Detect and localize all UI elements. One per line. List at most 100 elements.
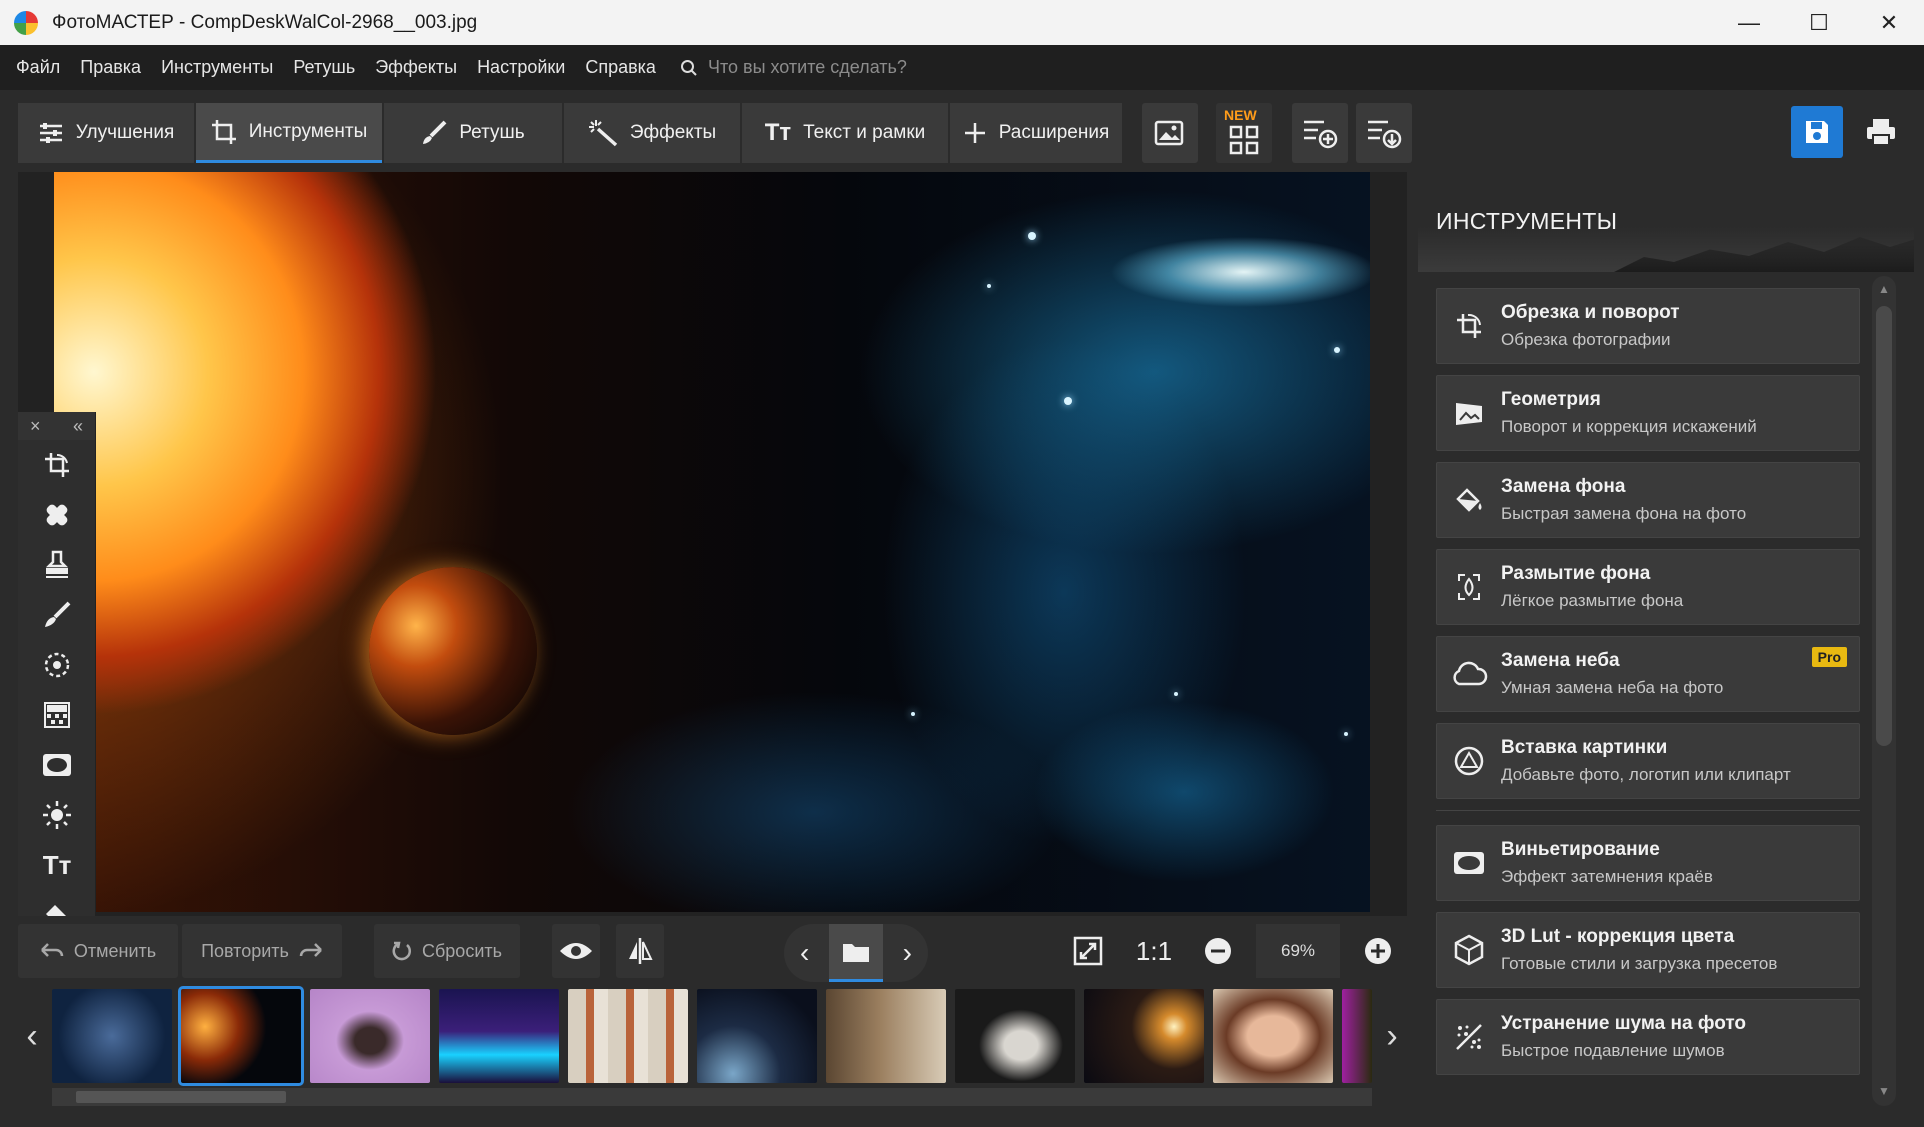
compare-button[interactable] [616, 924, 664, 978]
clone-stamp-tool[interactable] [18, 540, 96, 590]
zoom-out-button[interactable] [1194, 924, 1242, 978]
undo-icon [40, 943, 64, 957]
thumbnail[interactable] [52, 989, 172, 1083]
thumbnail-selected[interactable] [178, 986, 304, 1086]
save-button[interactable] [1791, 106, 1843, 158]
tool-vignette[interactable]: Виньетирование Эффект затемнения краёв [1436, 825, 1860, 901]
reset-label: Сбросить [421, 940, 502, 961]
text-tool[interactable]: Tт [18, 840, 96, 890]
menu-help[interactable]: Справка [585, 57, 656, 78]
tool-insert-image[interactable]: Вставка картинки Добавьте фото, логотип и… [1436, 723, 1860, 799]
menu-file[interactable]: Файл [16, 57, 60, 78]
reset-button[interactable]: Сбросить [374, 924, 520, 978]
thumbnail[interactable] [1342, 989, 1372, 1083]
open-folder-button[interactable] [829, 924, 883, 982]
light-tool[interactable] [18, 790, 96, 840]
maximize-button[interactable]: ☐ [1784, 0, 1854, 45]
filmstrip-prev-icon[interactable]: ‹ [18, 1011, 46, 1061]
tab-tools[interactable]: Инструменты [196, 103, 382, 163]
tool-title: Размытие фона [1501, 563, 1651, 584]
image-library-button[interactable] [1142, 103, 1198, 163]
crop-icon [211, 119, 236, 144]
next-image-icon[interactable]: › [897, 937, 918, 969]
menu-retouch[interactable]: Ретушь [293, 57, 355, 78]
thumbnail[interactable] [697, 989, 817, 1083]
thumbnail[interactable] [1084, 989, 1204, 1083]
tool-background-replace[interactable]: Замена фона Быстрая замена фона на фото [1436, 462, 1860, 538]
zoom-in-button[interactable] [1354, 924, 1402, 978]
brush-tool[interactable] [18, 590, 96, 640]
load-preset-button[interactable] [1356, 103, 1412, 163]
plus-icon [964, 123, 985, 143]
actual-size-label: 1:1 [1135, 935, 1173, 966]
add-preset-button[interactable] [1292, 103, 1348, 163]
text-icon: Tт [764, 119, 792, 146]
tool-3d-lut[interactable]: 3D Lut - коррекция цвета Готовые стили и … [1436, 912, 1860, 988]
tool-subtitle: Быстрая замена фона на фото [1501, 504, 1747, 523]
menu-edit[interactable]: Правка [80, 57, 141, 78]
vignette-tool[interactable] [18, 740, 96, 790]
thumbnail[interactable] [568, 989, 688, 1083]
command-search[interactable]: Что вы хотите сделать? [680, 57, 907, 78]
menu-tools[interactable]: Инструменты [161, 57, 273, 78]
scroll-up-icon[interactable]: ▲ [1876, 282, 1892, 298]
scrollbar-thumb[interactable] [1876, 306, 1892, 746]
tool-subtitle: Обрезка фотографии [1501, 330, 1671, 349]
vignette-icon [43, 754, 71, 776]
tab-retouch[interactable]: Ретушь [384, 103, 562, 163]
thumbnail[interactable] [826, 989, 946, 1083]
tab-effects[interactable]: Эффекты [564, 103, 740, 163]
tool-geometry[interactable]: Геометрия Поворот и коррекция искажений [1436, 375, 1860, 451]
filmstrip-next-icon[interactable]: › [1378, 1011, 1406, 1061]
close-button[interactable]: ✕ [1854, 0, 1924, 45]
radial-filter-tool[interactable] [18, 640, 96, 690]
gradient-filter-tool[interactable] [18, 690, 96, 740]
tab-extensions[interactable]: Расширения [950, 103, 1122, 163]
tools-scrollbar[interactable]: ▲ ▼ [1872, 276, 1896, 1106]
filmstrip-scrollbar[interactable] [52, 1088, 1372, 1106]
preview-toggle-button[interactable] [552, 924, 600, 978]
tool-crop-rotate[interactable]: Обрезка и поворот Обрезка фотографии [1436, 288, 1860, 364]
floppy-disk-icon [1806, 121, 1828, 143]
print-button[interactable] [1855, 106, 1907, 158]
lut-cube-icon [1454, 934, 1484, 966]
tool-subtitle: Умная замена неба на фото [1501, 678, 1724, 697]
menu-effects[interactable]: Эффекты [375, 57, 457, 78]
tab-label: Ретушь [459, 122, 525, 143]
undo-button[interactable]: Отменить [18, 924, 178, 978]
tab-enhancements[interactable]: Улучшения [18, 103, 194, 163]
tab-label: Инструменты [248, 120, 368, 142]
scroll-down-icon[interactable]: ▼ [1876, 1084, 1892, 1100]
tool-subtitle: Быстрое подавление шумов [1501, 1041, 1725, 1060]
expand-icon [1073, 936, 1103, 966]
minimize-button[interactable]: — [1714, 0, 1784, 45]
previous-image-icon[interactable]: ‹ [794, 937, 815, 969]
thumbnail[interactable] [439, 989, 559, 1083]
tool-background-blur[interactable]: Размытие фона Лёгкое размытие фона [1436, 549, 1860, 625]
zoom-level[interactable]: 69% [1256, 924, 1340, 978]
photo-star [1334, 347, 1340, 353]
photo-star [1064, 397, 1072, 405]
close-panel-icon[interactable]: × [30, 416, 41, 437]
tab-text-frames[interactable]: Tт Текст и рамки [742, 103, 948, 163]
crop-rotate-tool[interactable] [18, 440, 96, 490]
scrollbar-thumb[interactable] [76, 1091, 286, 1103]
photo-canvas[interactable] [54, 172, 1370, 912]
actual-size-button[interactable]: 1:1 [1128, 924, 1180, 978]
undo-label: Отменить [73, 940, 157, 961]
app-logo-icon [14, 10, 38, 35]
thumbnail[interactable] [1213, 989, 1333, 1083]
reset-icon [392, 941, 411, 961]
collapse-panel-icon[interactable]: « [73, 416, 83, 437]
header-mountains [1614, 237, 1914, 272]
redo-button[interactable]: Повторить [182, 924, 342, 978]
thumbnail[interactable] [955, 989, 1075, 1083]
tool-title: Вставка картинки [1501, 737, 1668, 758]
fit-screen-button[interactable] [1064, 924, 1112, 978]
tool-sky-replace[interactable]: Замена неба Умная замена неба на фото Pro [1436, 636, 1860, 712]
healing-tool[interactable] [18, 490, 96, 540]
new-features-button[interactable]: NEW [1216, 103, 1272, 163]
tool-denoise[interactable]: Устранение шума на фото Быстрое подавлени… [1436, 999, 1860, 1075]
thumbnail[interactable] [310, 989, 430, 1083]
menu-settings[interactable]: Настройки [477, 57, 565, 78]
